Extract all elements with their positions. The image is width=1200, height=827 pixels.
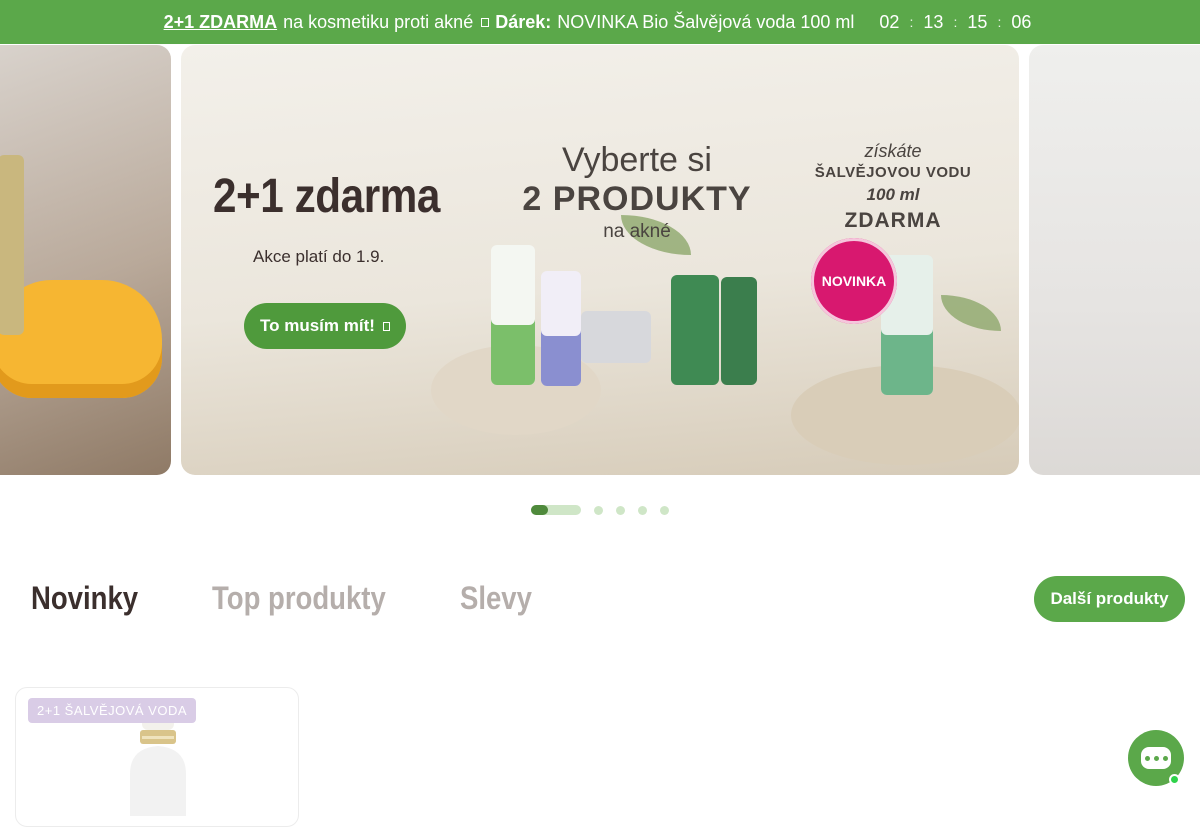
product-cleansing-foam-image (491, 245, 535, 385)
gift-line: ZDARMA (844, 209, 942, 232)
headline-line: 2 PRODUKTY (522, 180, 752, 218)
product-power-serum-box-image (721, 277, 757, 385)
online-status-indicator (1169, 774, 1180, 785)
product-zinc-paste-image (581, 311, 651, 363)
more-products-button[interactable]: Další produkty (1034, 576, 1185, 622)
slide-previous[interactable] (0, 45, 171, 475)
promo-headline: Vyberte si 2 PRODUKTY na akné (517, 141, 757, 243)
carousel-dot[interactable] (660, 505, 669, 515)
countdown-separator: : (997, 14, 1002, 30)
hero-cta-label: To musím mít! (260, 316, 375, 335)
carousel-pagination (531, 505, 669, 515)
promo-text: na kosmetiku proti akné (283, 11, 474, 32)
separator-icon (481, 17, 490, 27)
leaf-decoration (941, 295, 1001, 331)
chat-icon (1141, 747, 1171, 769)
slide-active[interactable]: 2+1 zdarma Akce platí do 1.9. To musím m… (181, 45, 1019, 475)
novinka-badge: NOVINKA (811, 238, 897, 324)
tab-top-produkty[interactable]: Top produkty (212, 580, 386, 617)
tab-slevy[interactable]: Slevy (460, 580, 532, 617)
arrow-icon (382, 321, 390, 331)
hero-cta-button[interactable]: To musím mít! (244, 303, 406, 349)
promo-link[interactable]: 2+1 ZDARMA (164, 12, 278, 33)
carousel-dot-active[interactable] (531, 505, 581, 515)
countdown-seconds: 15 (967, 11, 988, 32)
countdown-separator: : (953, 14, 958, 30)
hero-title: 2+1 zdarma (213, 170, 440, 223)
tab-novinky[interactable]: Novinky (31, 580, 138, 617)
countdown-fraction: 06 (1011, 11, 1032, 32)
product-tonic-image (541, 271, 581, 386)
countdown-hours: 02 (879, 11, 900, 32)
product-card[interactable]: 2+1 ŠALVĚJOVÁ VODA (15, 687, 299, 827)
slide-next[interactable] (1029, 45, 1200, 475)
countdown-minutes: 13 (923, 11, 944, 32)
gift-line: 100 ml (866, 185, 920, 204)
gift-line: získáte (864, 141, 922, 161)
headline-line: na akné (603, 221, 671, 242)
product-bottle-image (0, 155, 24, 335)
product-badge: 2+1 ŠALVĚJOVÁ VODA (28, 698, 197, 723)
gift-text: NOVINKA Bio Šalvějová voda 100 ml (557, 11, 855, 32)
countdown: 02 : 13 : 15 : 06 (874, 12, 1036, 33)
promo-bar: 2+1 ZDARMA na kosmetiku proti akné Dárek… (0, 0, 1200, 44)
hero-subtitle: Akce platí do 1.9. (253, 247, 385, 266)
gift-line: ŠALVĚJOVOU VODU (814, 164, 972, 181)
product-power-serum-box-image (671, 275, 719, 385)
hero-carousel: 2+1 zdarma Akce platí do 1.9. To musím m… (0, 45, 1200, 475)
promo-gift-text: získáte ŠALVĚJOVOU VODU 100 ml ZDARMA (813, 141, 973, 233)
carousel-dot[interactable] (638, 505, 647, 515)
headline-line: Vyberte si (562, 141, 712, 179)
countdown-separator: : (909, 14, 914, 30)
product-jar-image (0, 280, 162, 398)
gift-label: Dárek: (495, 11, 552, 32)
carousel-dot[interactable] (616, 505, 625, 515)
carousel-dot[interactable] (594, 505, 603, 515)
